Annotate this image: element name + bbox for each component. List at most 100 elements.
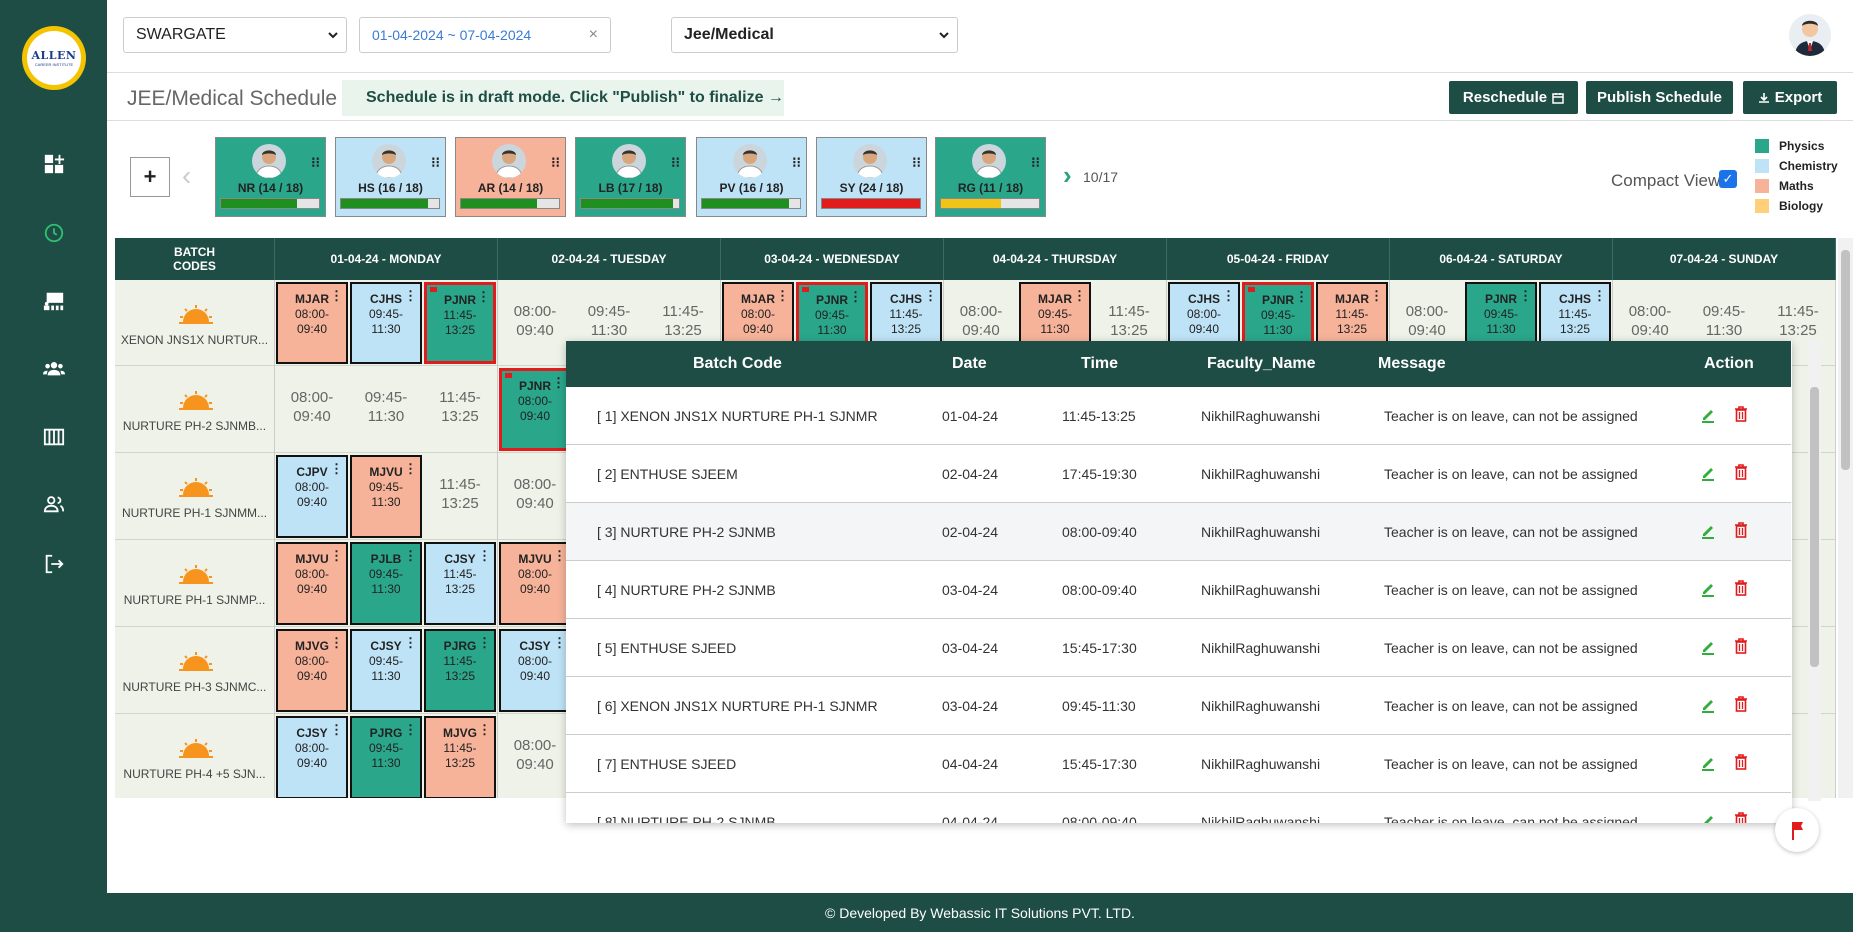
user-avatar[interactable] xyxy=(1789,14,1831,56)
schedule-cell[interactable]: CJSY 11:45- 13:25 ⋮ xyxy=(424,542,496,625)
schedule-cell[interactable]: CJPV 08:00- 09:40 ⋮ xyxy=(276,455,348,538)
cell-menu-icon[interactable]: ⋮ xyxy=(404,723,417,736)
clock-icon[interactable] xyxy=(42,221,66,245)
schedule-cell[interactable]: MJVG 08:00- 09:40 ⋮ xyxy=(276,629,348,712)
schedule-cell[interactable]: PJNR 08:00- 09:40 ⋮ xyxy=(499,368,571,451)
faculty-card[interactable]: ⁝⁝ RG (11 / 18) xyxy=(935,137,1046,217)
cell-menu-icon[interactable]: ⋮ xyxy=(1073,289,1086,302)
schedule-cell[interactable]: MJVU 08:00- 09:40 ⋮ xyxy=(276,542,348,625)
free-slot[interactable]: 08:00- 09:40 xyxy=(276,388,348,426)
edit-icon[interactable] xyxy=(1700,464,1716,482)
schedule-cell[interactable]: PJRG 09:45- 11:30 ⋮ xyxy=(350,716,422,798)
free-slot[interactable]: 11:45- 13:25 xyxy=(1093,302,1165,340)
center-select[interactable]: SWARGATE xyxy=(123,17,347,53)
batch-row-label[interactable]: NURTURE PH-2 SJNMB... xyxy=(115,366,275,453)
schedule-cell[interactable]: MJAR 08:00- 09:40 ⋮ xyxy=(276,282,348,364)
drag-handle-icon[interactable]: ⁝⁝ xyxy=(792,155,801,169)
allen-logo[interactable]: ALLEN CAREER INSTITUTE xyxy=(22,26,86,90)
cell-menu-icon[interactable]: ⋮ xyxy=(404,289,417,302)
edit-icon[interactable] xyxy=(1700,406,1716,424)
edit-icon[interactable] xyxy=(1700,696,1716,714)
schedule-cell[interactable]: PJNR 11:45- 13:25 ⋮ xyxy=(424,282,496,364)
schedule-cell[interactable]: CJSY 09:45- 11:30 ⋮ xyxy=(350,629,422,712)
drag-handle-icon[interactable]: ⁝⁝ xyxy=(551,155,560,169)
flag-button[interactable] xyxy=(1775,808,1819,852)
reschedule-button[interactable]: Reschedule xyxy=(1449,81,1578,114)
trash-icon[interactable] xyxy=(1733,405,1749,423)
cell-menu-icon[interactable]: ⋮ xyxy=(552,376,565,389)
cell-menu-icon[interactable]: ⋮ xyxy=(1593,289,1606,302)
faculty-icon[interactable] xyxy=(42,492,66,516)
users-group-icon[interactable] xyxy=(42,356,66,380)
cell-menu-icon[interactable]: ⋮ xyxy=(330,289,343,302)
free-slot[interactable]: 08:00- 09:40 xyxy=(1614,302,1686,340)
cell-menu-icon[interactable]: ⋮ xyxy=(1519,289,1532,302)
batch-row-label[interactable]: NURTURE PH-1 SJNMP... xyxy=(115,540,275,627)
add-faculty-button[interactable]: + xyxy=(130,157,170,197)
classroom-icon[interactable] xyxy=(42,289,66,313)
edit-icon[interactable] xyxy=(1700,522,1716,540)
free-slot[interactable]: 08:00- 09:40 xyxy=(499,736,571,774)
faculty-card[interactable]: ⁝⁝ SY (24 / 18) xyxy=(816,137,927,217)
schedule-cell[interactable]: CJSY 08:00- 09:40 ⋮ xyxy=(276,716,348,798)
trash-icon[interactable] xyxy=(1733,753,1749,771)
stream-select[interactable]: Jee/Medical xyxy=(671,17,958,53)
chevron-right-icon[interactable]: › xyxy=(1063,160,1072,191)
schedule-cell[interactable]: MJVG 11:45- 13:25 ⋮ xyxy=(424,716,496,798)
drag-handle-icon[interactable]: ⁝⁝ xyxy=(671,155,680,169)
cell-menu-icon[interactable]: ⋮ xyxy=(553,549,566,562)
trash-icon[interactable] xyxy=(1733,637,1749,655)
date-range-input[interactable]: 01-04-2024 ~ 07-04-2024 × xyxy=(359,17,611,53)
batch-row-label[interactable]: NURTURE PH-3 SJNMC... xyxy=(115,627,275,714)
logout-icon[interactable] xyxy=(42,552,66,576)
schedule-cell[interactable]: PJLB 09:45- 11:30 ⋮ xyxy=(350,542,422,625)
clear-icon[interactable]: × xyxy=(589,26,598,44)
cell-menu-icon[interactable]: ⋮ xyxy=(330,636,343,649)
publish-schedule-button[interactable]: Publish Schedule xyxy=(1586,81,1733,114)
cell-menu-icon[interactable]: ⋮ xyxy=(330,549,343,562)
faculty-card[interactable]: ⁝⁝ AR (14 / 18) xyxy=(455,137,566,217)
faculty-card[interactable]: ⁝⁝ PV (16 / 18) xyxy=(696,137,807,217)
cell-menu-icon[interactable]: ⋮ xyxy=(776,289,789,302)
trash-icon[interactable] xyxy=(1733,521,1749,539)
free-slot[interactable]: 08:00- 09:40 xyxy=(1391,302,1463,340)
free-slot[interactable]: 11:45- 13:25 xyxy=(1762,302,1834,340)
faculty-card[interactable]: ⁝⁝ HS (16 / 18) xyxy=(335,137,446,217)
trash-icon[interactable] xyxy=(1733,811,1749,823)
cell-menu-icon[interactable]: ⋮ xyxy=(1222,289,1235,302)
popup-scrollbar[interactable] xyxy=(1808,341,1821,801)
cell-menu-icon[interactable]: ⋮ xyxy=(553,636,566,649)
cell-menu-icon[interactable]: ⋮ xyxy=(1370,289,1383,302)
batch-row-label[interactable]: NURTURE PH-1 SJNMM... xyxy=(115,453,275,540)
edit-icon[interactable] xyxy=(1700,754,1716,772)
timetable-icon[interactable] xyxy=(42,425,66,449)
cell-menu-icon[interactable]: ⋮ xyxy=(404,636,417,649)
free-slot[interactable]: 11:45- 13:25 xyxy=(424,388,496,426)
chevron-left-icon[interactable]: ‹ xyxy=(182,160,191,192)
compact-view-checkbox[interactable]: ✓ xyxy=(1719,170,1737,188)
schedule-cell[interactable]: PJRG 11:45- 13:25 ⋮ xyxy=(424,629,496,712)
free-slot[interactable]: 09:45- 11:30 xyxy=(573,302,645,340)
cell-menu-icon[interactable]: ⋮ xyxy=(404,462,417,475)
trash-icon[interactable] xyxy=(1733,579,1749,597)
cell-menu-icon[interactable]: ⋮ xyxy=(477,290,490,303)
batch-row-label[interactable]: XENON JNS1X NURTUR... xyxy=(115,280,275,366)
cell-menu-icon[interactable]: ⋮ xyxy=(404,549,417,562)
schedule-cell[interactable]: MJVU 09:45- 11:30 ⋮ xyxy=(350,455,422,538)
grid-scrollbar[interactable] xyxy=(1838,238,1853,798)
edit-icon[interactable] xyxy=(1700,638,1716,656)
cell-menu-icon[interactable]: ⋮ xyxy=(1295,290,1308,303)
edit-icon[interactable] xyxy=(1700,580,1716,598)
free-slot[interactable]: 08:00- 09:40 xyxy=(499,302,571,340)
schedule-cell[interactable]: MJVU 08:00- 09:40 ⋮ xyxy=(499,542,571,625)
drag-handle-icon[interactable]: ⁝⁝ xyxy=(912,155,921,169)
drag-handle-icon[interactable]: ⁝⁝ xyxy=(1031,155,1040,169)
dashboard-icon[interactable] xyxy=(42,152,66,176)
free-slot[interactable]: 09:45- 11:30 xyxy=(350,388,422,426)
export-button[interactable]: Export xyxy=(1743,81,1837,114)
cell-menu-icon[interactable]: ⋮ xyxy=(478,636,491,649)
cell-menu-icon[interactable]: ⋮ xyxy=(849,290,862,303)
drag-handle-icon[interactable]: ⁝⁝ xyxy=(311,155,320,169)
cell-menu-icon[interactable]: ⋮ xyxy=(330,723,343,736)
schedule-cell[interactable]: CJSY 08:00- 09:40 ⋮ xyxy=(499,629,571,712)
